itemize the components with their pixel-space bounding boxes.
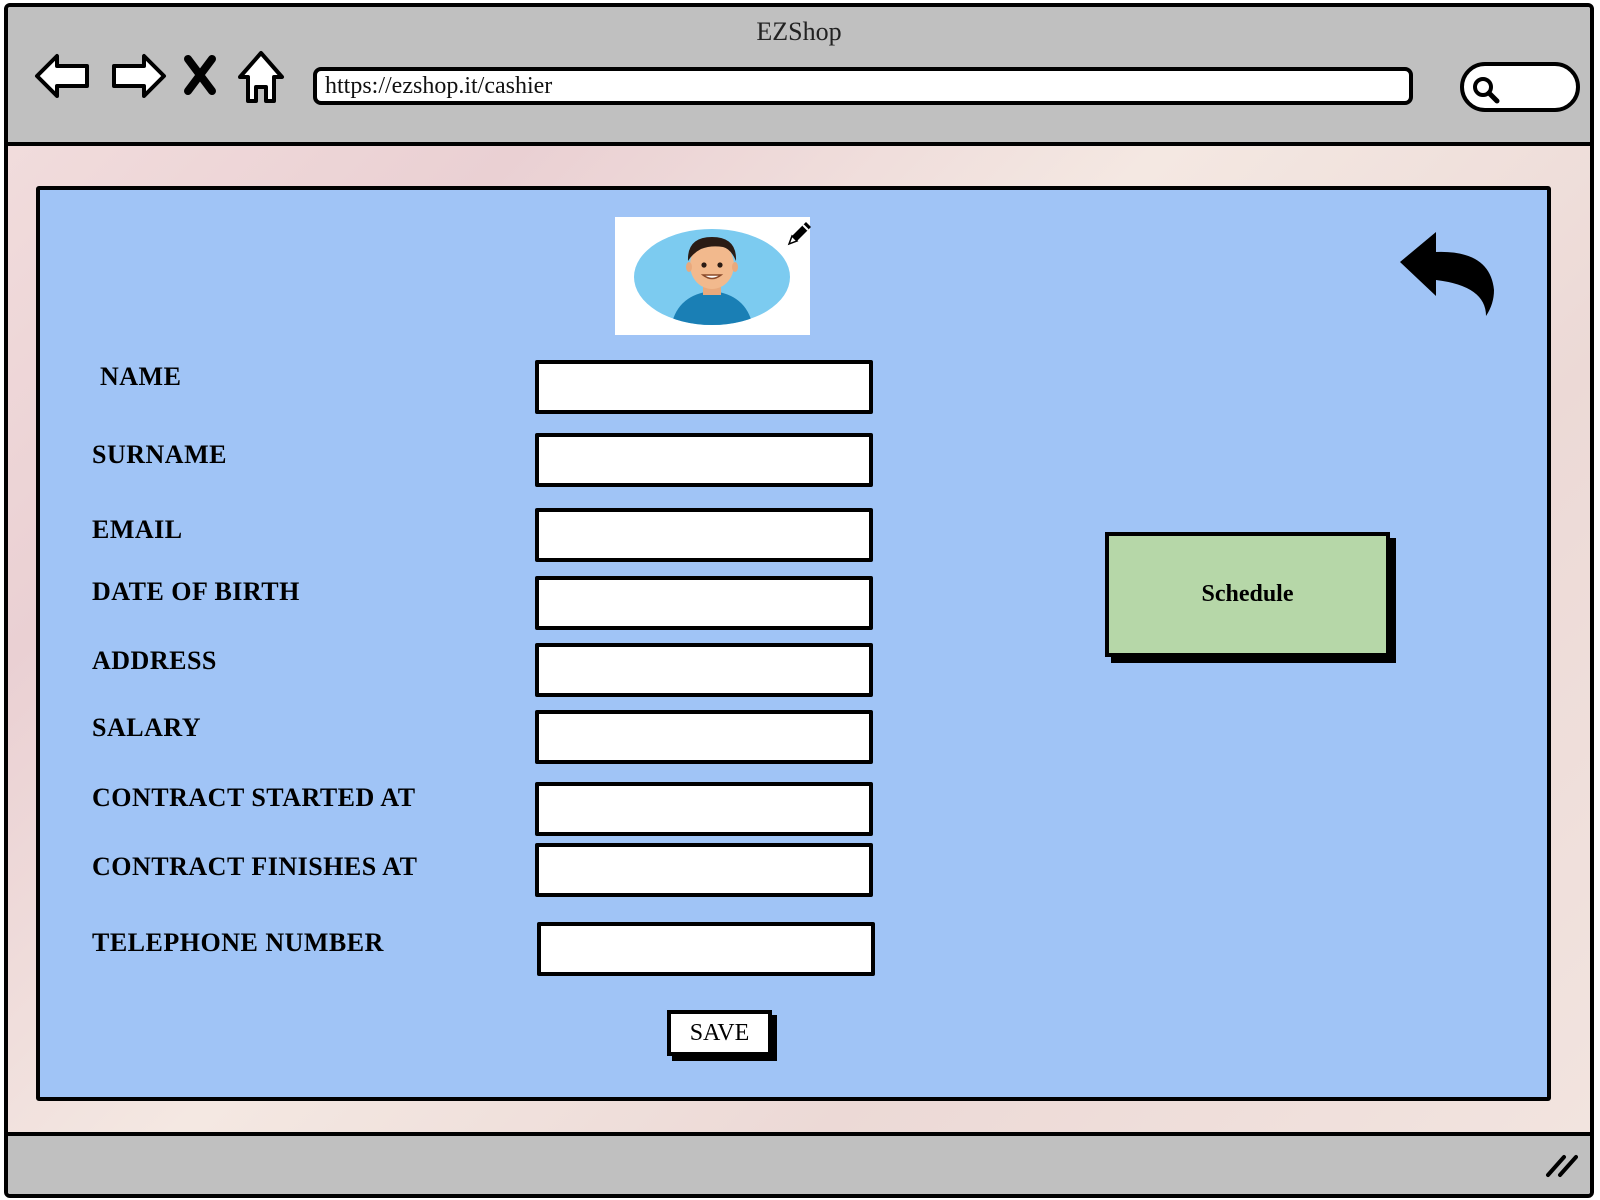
- cashier-profile-panel: NAME SURNAME EMAIL DATE OF BIRTH ADDRESS…: [36, 186, 1551, 1101]
- telephone-number-label: TELEPHONE NUMBER: [92, 928, 384, 957]
- address-field[interactable]: [535, 643, 873, 697]
- email-field[interactable]: [535, 508, 873, 562]
- address-label: ADDRESS: [92, 646, 217, 675]
- schedule-button[interactable]: Schedule: [1105, 532, 1390, 657]
- close-x-icon[interactable]: [180, 45, 220, 107]
- date-of-birth-label: DATE OF BIRTH: [92, 577, 300, 606]
- browser-status-bar: [8, 1132, 1590, 1194]
- home-icon[interactable]: [236, 45, 286, 107]
- resize-grip-icon[interactable]: [1544, 1151, 1578, 1184]
- contract-finishes-at-label: CONTRACT FINISHES AT: [92, 852, 418, 881]
- telephone-number-field[interactable]: [537, 922, 875, 976]
- surname-field[interactable]: [535, 433, 873, 487]
- browser-window: EZShop https://ezshop.it/cashier NAME SU…: [4, 3, 1594, 1198]
- salary-label: SALARY: [92, 713, 201, 742]
- name-field[interactable]: [535, 360, 873, 414]
- address-bar[interactable]: https://ezshop.it/cashier: [313, 67, 1413, 105]
- contract-finishes-at-field[interactable]: [535, 843, 873, 897]
- window-title: EZShop: [756, 17, 842, 46]
- email-label: EMAIL: [92, 515, 183, 544]
- forward-arrow-icon[interactable]: [106, 45, 168, 107]
- salary-field[interactable]: [535, 710, 873, 764]
- search-icon: [1473, 77, 1500, 104]
- pencil-icon[interactable]: [785, 218, 815, 253]
- surname-label: SURNAME: [92, 440, 227, 469]
- contract-started-at-label: CONTRACT STARTED AT: [92, 783, 416, 812]
- cashier-avatar-icon: [634, 229, 790, 325]
- url-text: https://ezshop.it/cashier: [325, 73, 553, 99]
- save-button[interactable]: SAVE: [667, 1010, 772, 1056]
- back-arrow-icon[interactable]: [33, 45, 95, 107]
- browser-title-bar: EZShop https://ezshop.it/cashier: [8, 7, 1590, 146]
- date-of-birth-field[interactable]: [535, 576, 873, 630]
- curved-back-arrow-icon[interactable]: [1398, 230, 1498, 325]
- page-viewport: NAME SURNAME EMAIL DATE OF BIRTH ADDRESS…: [8, 146, 1590, 1136]
- name-label: NAME: [100, 362, 182, 391]
- avatar[interactable]: [615, 217, 810, 335]
- contract-started-at-field[interactable]: [535, 782, 873, 836]
- search-field[interactable]: [1460, 62, 1580, 112]
